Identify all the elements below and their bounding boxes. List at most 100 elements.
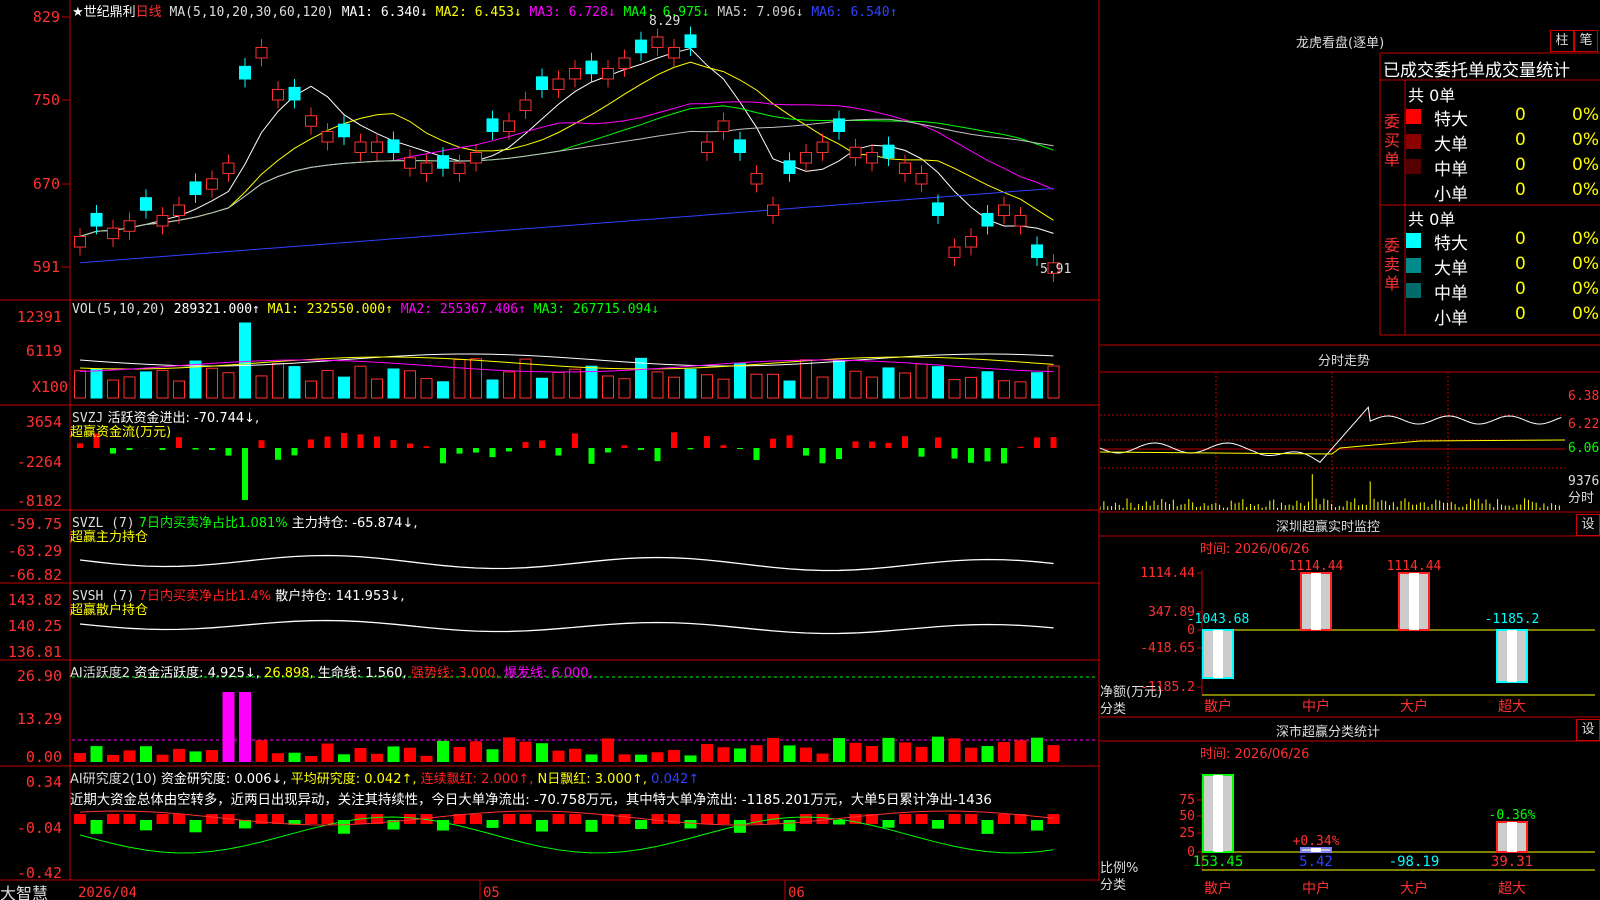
ai2-bar: [90, 820, 103, 834]
candle-body: [305, 115, 317, 127]
vol-bar: [255, 375, 268, 399]
svzj-bar: [390, 440, 397, 448]
tab-bar-chart[interactable]: 柱: [1550, 30, 1574, 52]
candle-body: [750, 173, 763, 185]
ai1-bar: [123, 750, 136, 762]
candle-body: [1031, 244, 1043, 259]
buy-pct: 0%: [1572, 130, 1599, 150]
svzj-bar: [209, 448, 215, 450]
ai1-bar: [668, 749, 680, 762]
ai2-bar: [882, 820, 895, 828]
color-swatch: [1406, 109, 1421, 124]
vol-bar: [156, 369, 169, 399]
ai2-bar: [948, 814, 961, 824]
monitor-date: 时间: 2026/06/26: [1200, 542, 1310, 557]
monitor-axis-subtitle: 分类: [1100, 702, 1127, 717]
ai2-bar: [140, 820, 152, 831]
ai1-bar: [288, 752, 301, 762]
vol-bar: [305, 380, 317, 399]
ai1-bar: [552, 750, 565, 762]
candle-body: [717, 120, 730, 132]
ai1-bar: [189, 751, 202, 762]
ai1-bar: [1031, 737, 1043, 762]
candle-body: [783, 160, 796, 175]
ai1-v3: 生命线: 1.560,: [317, 666, 407, 681]
vol-bar: [354, 365, 367, 399]
ai1-bar: [899, 742, 911, 762]
color-swatch: [1406, 283, 1421, 298]
candle-body: [569, 67, 581, 80]
classify-date: 时间: 2026/06/26: [1200, 747, 1310, 762]
app-logo[interactable]: 大智慧: [0, 880, 48, 900]
svzj-bar: [654, 448, 661, 462]
buy-pct: 0%: [1572, 180, 1599, 200]
volume-panel[interactable]: 12391 6119 X100: [17, 308, 1060, 399]
buy-row: 中单 0 0%: [1406, 155, 1600, 180]
vol-bar: [635, 357, 647, 399]
date-label-apr: 2026/04: [78, 885, 137, 900]
candlestick-panel[interactable]: 829 750 670 591: [33, 8, 1060, 282]
vol-bar: [90, 368, 103, 399]
ai1-tick: 26.90: [17, 667, 62, 685]
color-swatch: [1406, 233, 1421, 248]
svzj-bar: [819, 448, 826, 464]
ai2-bar: [552, 814, 565, 824]
sell-row: 小单 0 0%: [1406, 304, 1600, 329]
ai-activity-panel[interactable]: 26.90 13.29 0.00: [17, 667, 1097, 766]
sell-pct: 0%: [1572, 254, 1599, 274]
svzj-bar: [242, 448, 248, 500]
svzj-bar: [275, 448, 281, 460]
sell-pct: 0%: [1572, 279, 1599, 299]
ai1-bar: [321, 743, 334, 762]
ai2-bar: [536, 820, 548, 832]
candle-body: [800, 152, 812, 164]
monitor-settings-button[interactable]: 设: [1576, 514, 1600, 536]
period-label[interactable]: 日线: [136, 5, 162, 20]
buy-row: 小单 0 0%: [1406, 180, 1600, 205]
sell-total: 共 0单: [1408, 210, 1456, 229]
svzj-subtitle: 超赢资金流(万元): [70, 425, 172, 440]
vol-title-row: VOL(5,10,20) 289321.000↑ MA1: 232550.000…: [72, 302, 659, 317]
ai1-bar: [734, 748, 746, 762]
vol-bar: [701, 374, 713, 399]
buy-count: 0: [1515, 155, 1526, 175]
ai1-bar: [750, 745, 763, 762]
svzj-bar: [572, 433, 578, 448]
ai1-bar: [585, 754, 598, 762]
vol-bar: [585, 365, 598, 399]
candle-body: [486, 118, 499, 132]
svzj-bar: [77, 443, 83, 448]
svsh-hold: 散户持仓: 141.953↓,: [275, 589, 405, 604]
ai2-bar: [1047, 814, 1060, 824]
candle-body: [74, 236, 86, 248]
vol-bar: [206, 367, 218, 399]
ai2-bar: [585, 820, 598, 832]
stock-name[interactable]: ★世纪鼎利: [72, 5, 136, 20]
vol-bar: [899, 372, 911, 399]
buy-side-label: 委买单: [1384, 112, 1401, 169]
ai2-bar: [107, 814, 119, 824]
low-price-label: 5.91: [1040, 262, 1072, 277]
high-price-label: 8.29: [649, 14, 681, 29]
ma1-value: MA1: 6.340↓: [341, 5, 428, 20]
svzj-bar: [984, 448, 991, 462]
buy-row: 特大 0 0%: [1406, 105, 1600, 130]
ai1-v5: 爆发线: 6.000,: [503, 666, 593, 681]
vol-ma-line: [79, 353, 1054, 367]
candle-body: [107, 227, 119, 240]
vol-bar: [107, 379, 119, 399]
svzj-panel[interactable]: 3654 -2264 -8182: [17, 413, 1057, 510]
ai1-bar: [800, 747, 812, 762]
svzj-bar: [225, 448, 232, 456]
kline-chart-area[interactable]: 829 750 670 591 12391 6119 X100 3654 -2264 -818…: [0, 0, 1100, 900]
classify-settings-button[interactable]: 设: [1576, 719, 1600, 741]
ai1-bar: [618, 754, 631, 762]
candle-body: [816, 141, 829, 154]
vol-bar: [536, 377, 548, 399]
vol-bar: [618, 378, 631, 399]
svzj-tick: -2264: [17, 453, 62, 471]
tab-tick[interactable]: 笔: [1574, 30, 1598, 52]
color-swatch: [1406, 258, 1421, 273]
buy-total: 共 0单: [1408, 86, 1456, 105]
candle-body: [453, 162, 466, 175]
